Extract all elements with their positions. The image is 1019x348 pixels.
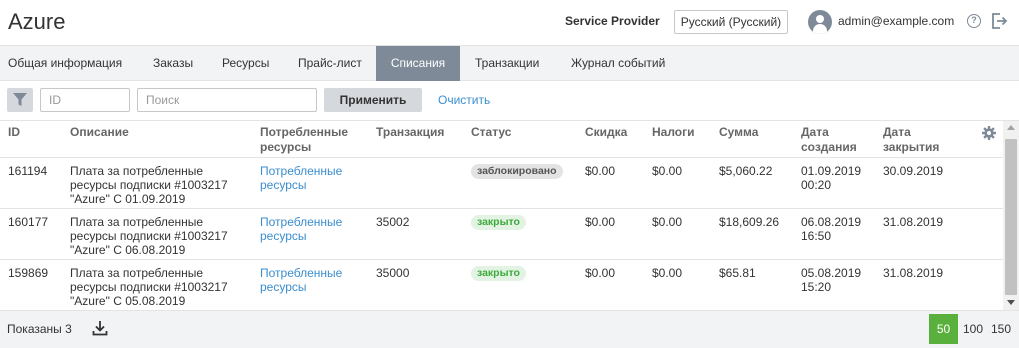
language-selector[interactable]: Русский (Русский) [674,10,788,34]
consumed-resources-link[interactable]: Потребленные ресурсы [260,266,342,294]
logout-icon[interactable] [990,12,1008,30]
cell-description: Плата за потребленные ресурсы подписки #1… [70,164,228,206]
cell-created: 05.08.2019 15:20 [801,266,862,294]
column-header-transaction[interactable]: Транзакция [376,125,444,140]
table-row[interactable]: 159869 Плата за потребленные ресурсы подп… [0,259,1003,310]
cell-discount: $0.00 [585,215,616,229]
table-footer [0,310,1019,348]
tab-event-log[interactable]: Журнал событий [563,46,673,81]
column-header-description[interactable]: Описание [70,125,129,140]
avatar[interactable] [808,10,832,34]
apply-button[interactable]: Применить [324,88,422,112]
cell-taxes: $0.00 [652,266,683,280]
scroll-up-arrow-icon[interactable] [1007,125,1015,130]
app-header: Azure Service Provider Русский (Русский)… [0,0,1019,44]
page-size-100[interactable]: 100 [960,314,986,344]
cell-taxes: $0.00 [652,215,683,229]
tab-general[interactable]: Общая информация [0,46,130,81]
cell-id: 161194 [8,164,48,178]
column-header-discount[interactable]: Скидка [585,125,627,140]
cell-closed: 31.08.2019 [883,266,944,280]
consumed-resources-link[interactable]: Потребленные ресурсы [260,164,342,192]
scroll-down-arrow-icon[interactable] [1007,300,1015,305]
cell-taxes: $0.00 [652,164,683,178]
page-size-150[interactable]: 150 [988,314,1014,344]
cell-created: 01.09.2019 00:20 [801,164,862,192]
cell-description: Плата за потребленные ресурсы подписки #1… [70,266,228,308]
status-badge: закрыто [471,215,526,230]
cell-closed: 31.08.2019 [883,215,944,229]
page-size-50[interactable]: 50 [929,314,958,344]
provider-label: Service Provider [565,14,660,28]
table-row[interactable]: 160177 Плата за потребленные ресурсы подп… [0,208,1003,259]
cell-amount: $5,060.22 [719,164,773,178]
filter-icon [13,93,27,106]
column-header-closed[interactable]: Дата закрытия [883,125,939,155]
consumed-resources-link[interactable]: Потребленные ресурсы [260,215,342,243]
cell-transaction: 35002 [376,215,410,229]
cell-description: Плата за потребленные ресурсы подписки #1… [70,215,228,257]
cell-amount: $18,609.26 [719,215,780,229]
table-row[interactable]: 161194 Плата за потребленные ресурсы подп… [0,157,1003,208]
cell-discount: $0.00 [585,164,616,178]
app-title: Azure [8,9,66,34]
help-icon[interactable]: ? [967,14,981,28]
cell-amount: $65.81 [719,266,756,280]
column-header-id[interactable]: ID [8,125,20,140]
tab-bar: Общая информация Заказы Ресурсы Прайс-ли… [0,45,1019,81]
cell-discount: $0.00 [585,266,616,280]
column-header-created[interactable]: Дата создания [801,125,857,155]
table-scrollbar[interactable] [1003,121,1019,310]
cell-closed: 30.09.2019 [883,164,944,178]
cell-transaction: 35000 [376,266,410,280]
filter-button[interactable] [7,88,33,112]
gear-icon[interactable] [982,126,996,140]
column-header-taxes[interactable]: Налоги [652,125,695,140]
tab-price-list[interactable]: Прайс-лист [290,46,370,81]
status-badge: заблокировано [471,164,563,179]
tab-orders[interactable]: Заказы [145,46,201,81]
tab-resources[interactable]: Ресурсы [214,46,277,81]
tab-transactions[interactable]: Транзакции [467,46,547,81]
clear-link[interactable]: Очистить [438,93,490,107]
cell-id: 159869 [8,266,49,280]
download-icon[interactable] [92,320,108,336]
id-filter-input[interactable] [40,88,130,112]
tab-write-offs[interactable]: Списания [376,46,460,81]
user-email[interactable]: admin@example.com [838,14,954,28]
shown-count: Показаны 3 [7,322,72,336]
status-badge: закрыто [471,266,526,281]
search-input[interactable] [137,88,317,112]
column-header-consumed[interactable]: Потребленные ресурсы [260,125,348,155]
cell-id: 160177 [8,215,49,229]
column-header-status[interactable]: Статус [471,125,511,140]
column-header-amount[interactable]: Сумма [719,125,758,140]
scroll-thumb[interactable] [1005,139,1017,295]
cell-created: 06.08.2019 16:50 [801,215,862,243]
